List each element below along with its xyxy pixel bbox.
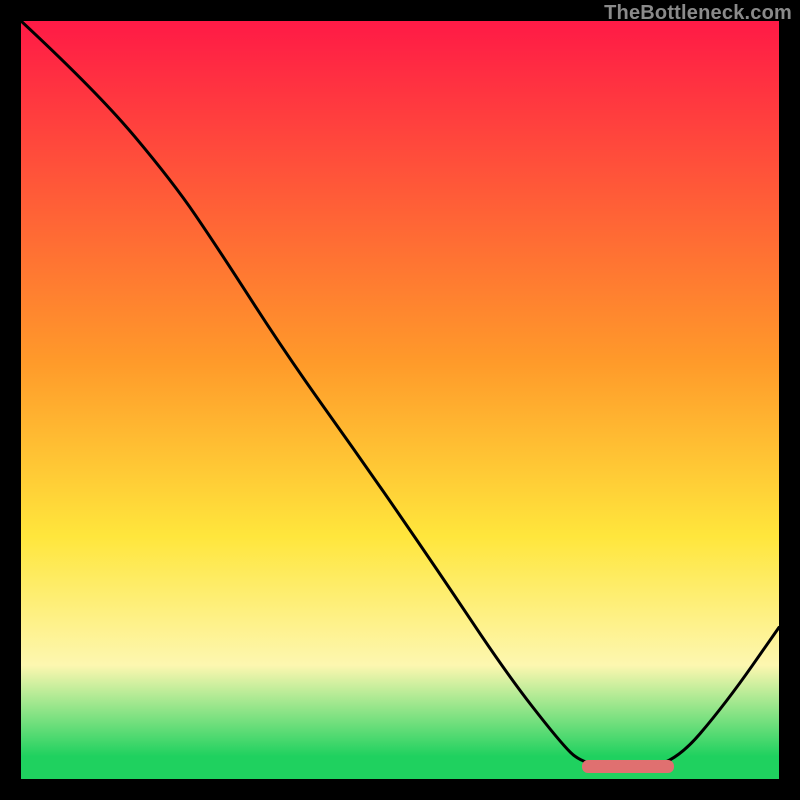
plot-area xyxy=(21,21,779,779)
watermark-text: TheBottleneck.com xyxy=(604,2,792,25)
chart-frame: TheBottleneck.com xyxy=(0,0,800,800)
bottleneck-curve xyxy=(21,21,779,779)
optimum-marker xyxy=(582,760,674,773)
